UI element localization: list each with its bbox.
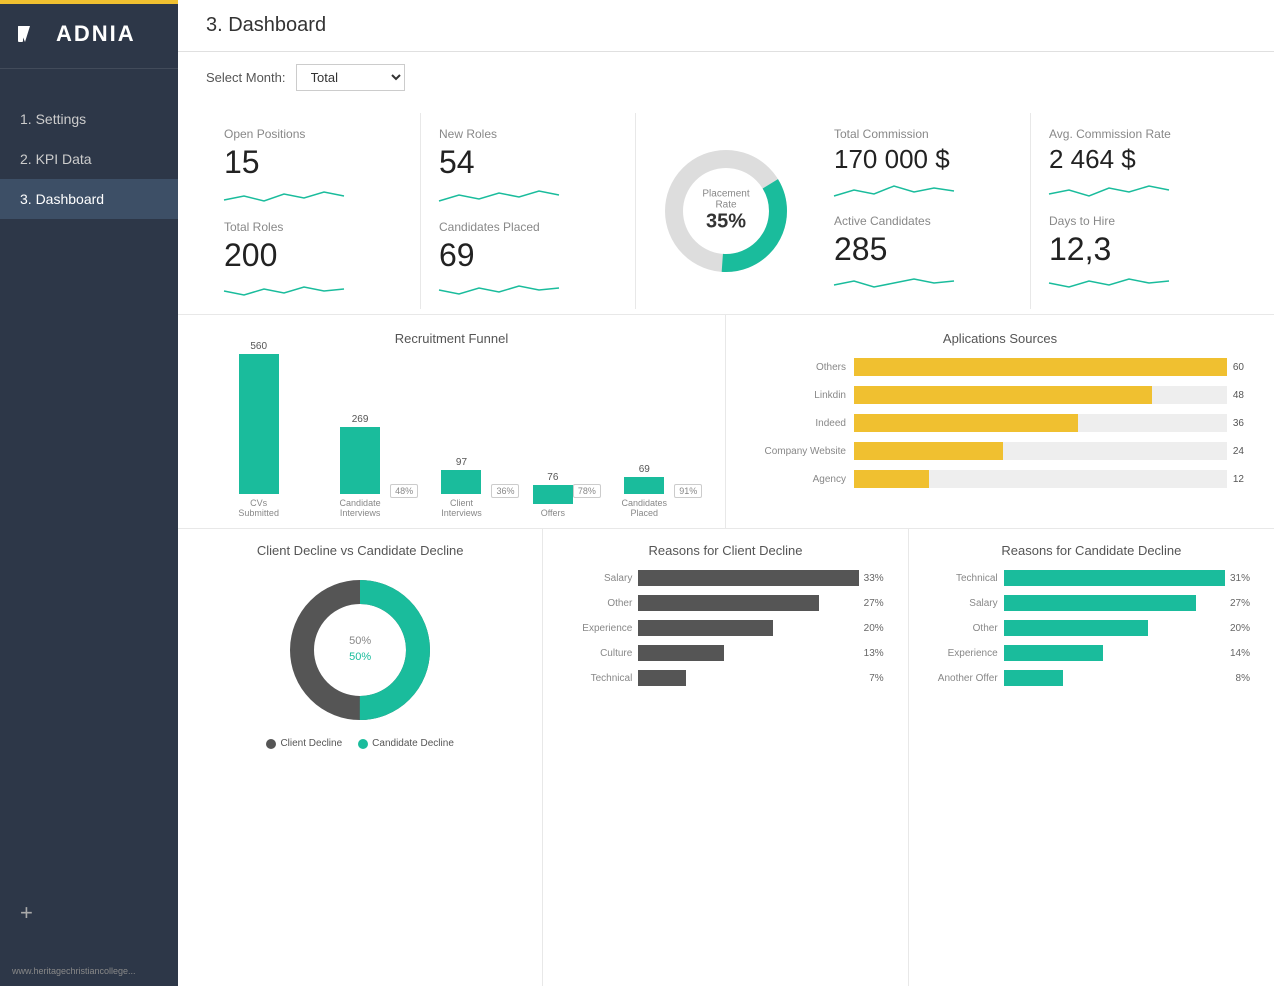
kpi-active-candidates-sparkline	[834, 273, 1012, 293]
top-accent-bar	[0, 0, 178, 4]
funnel-bar-placed: 69 Candidates Placed 91%	[614, 464, 674, 518]
kpi-total-commission-label: Total Commission	[834, 127, 1012, 141]
funnel-bar-candidate-interviews: 269 Candidate Interviews 48%	[330, 414, 390, 518]
logo-icon	[16, 18, 48, 50]
legend-client-decline: Client Decline	[266, 738, 342, 749]
candidate-decline-experience: Experience 14%	[933, 645, 1250, 661]
sidebar-item-kpi[interactable]: 2. KPI Data	[0, 139, 178, 179]
kpi-total-roles-label: Total Roles	[224, 220, 402, 234]
candidate-decline-chart: Technical 31% Salary 27% Other 20% Exper…	[929, 570, 1254, 686]
funnel-bar-cvs: 560 CVs Submitted	[229, 341, 289, 518]
kpi-avg-commission: Avg. Commission Rate 2 464 $ Days to Hir…	[1031, 113, 1246, 309]
kpi-days-to-hire-label: Days to Hire	[1049, 214, 1228, 228]
placement-rate-label: Placement Rate 35%	[691, 189, 761, 234]
kpi-open-positions-sparkline	[224, 186, 402, 206]
client-decline-culture: Culture 13%	[567, 645, 883, 661]
kpi-total-commission: Total Commission 170 000 $ Active Candid…	[816, 113, 1031, 309]
filter-row: Select Month: Total January February	[178, 52, 1274, 103]
app-source-company-website: Company Website 24	[756, 442, 1244, 460]
kpi-candidates-placed-label: Candidates Placed	[439, 220, 617, 234]
funnel-bar-offers: 76 Offers 78%	[533, 472, 573, 518]
kpi-open-positions-label: Open Positions	[224, 127, 402, 141]
kpi-open-positions-value: 15	[224, 145, 402, 180]
add-button[interactable]: +	[20, 900, 33, 926]
sidebar-logo: ADNIA	[0, 0, 178, 69]
charts-section: Recruitment Funnel 560 CVs Submitted 269…	[178, 315, 1274, 529]
kpi-placement-rate: Placement Rate 35%	[636, 113, 816, 309]
decline-comparison-panel: Client Decline vs Candidate Decline 50% …	[178, 529, 543, 986]
filter-label: Select Month:	[206, 70, 286, 85]
sidebar-item-settings[interactable]: 1. Settings	[0, 99, 178, 139]
candidate-decline-another-offer: Another Offer 8%	[933, 670, 1250, 686]
kpi-new-roles-value: 54	[439, 145, 617, 180]
decline-legend: Client Decline Candidate Decline	[266, 738, 453, 749]
application-sources-panel: Aplications Sources Others 60 Linkdin 48…	[726, 315, 1274, 528]
placement-donut: Placement Rate 35%	[656, 141, 796, 281]
sidebar: ADNIA 1. Settings 2. KPI Data 3. Dashboa…	[0, 0, 178, 986]
candidate-decline-technical: Technical 31%	[933, 570, 1250, 586]
decline-donut: 50% 50%	[280, 570, 440, 730]
client-decline-other: Other 27%	[567, 595, 883, 611]
client-decline-chart: Salary 33% Other 27% Experience 20% Cult…	[563, 570, 887, 686]
app-source-agency: Agency 12	[756, 470, 1244, 488]
kpi-active-candidates-value: 285	[834, 232, 1012, 267]
candidate-decline-panel: Reasons for Candidate Decline Technical …	[909, 529, 1274, 986]
client-decline-panel: Reasons for Client Decline Salary 33% Ot…	[543, 529, 908, 986]
kpi-days-to-hire-sparkline	[1049, 273, 1228, 293]
funnel-chart: 560 CVs Submitted 269 Candidate Intervie…	[198, 358, 705, 518]
kpi-days-to-hire-value: 12,3	[1049, 232, 1228, 267]
decline-donut-section: 50% 50% Client Decline Candidate Decline	[198, 570, 522, 749]
legend-candidate-decline: Candidate Decline	[358, 738, 454, 749]
logo-text: ADNIA	[56, 21, 136, 47]
candidate-decline-salary: Salary 27%	[933, 595, 1250, 611]
recruitment-funnel-panel: Recruitment Funnel 560 CVs Submitted 269…	[178, 315, 726, 528]
kpi-avg-commission-value: 2 464 $	[1049, 145, 1228, 174]
kpi-candidates-placed-value: 69	[439, 238, 617, 273]
kpi-open-positions: Open Positions 15 Total Roles 200	[206, 113, 421, 309]
app-source-linkedin: Linkdin 48	[756, 386, 1244, 404]
kpi-avg-commission-label: Avg. Commission Rate	[1049, 127, 1228, 141]
client-decline-technical: Technical 7%	[567, 670, 883, 686]
sidebar-item-dashboard[interactable]: 3. Dashboard	[0, 179, 178, 219]
decline-comparison-title: Client Decline vs Candidate Decline	[198, 543, 522, 558]
kpi-total-commission-value: 170 000 $	[834, 145, 1012, 174]
funnel-bar-client-interviews: 97 Client Interviews 36%	[431, 457, 491, 518]
kpi-total-roles-sparkline	[224, 279, 402, 299]
main-header: 3. Dashboard	[178, 0, 1274, 52]
candidate-decline-other: Other 20%	[933, 620, 1250, 636]
sidebar-footer: www.heritagechristiancollege...	[0, 956, 178, 986]
client-decline-salary: Salary 33%	[567, 570, 883, 586]
kpi-total-commission-sparkline	[834, 180, 1012, 200]
kpi-candidates-placed-sparkline	[439, 279, 617, 299]
bottom-section: Client Decline vs Candidate Decline 50% …	[178, 529, 1274, 986]
app-sources-chart: Others 60 Linkdin 48 Indeed 36 Company W…	[746, 358, 1254, 488]
kpi-new-roles: New Roles 54 Candidates Placed 69	[421, 113, 636, 309]
kpi-new-roles-label: New Roles	[439, 127, 617, 141]
kpi-new-roles-sparkline	[439, 186, 617, 206]
kpi-avg-commission-sparkline	[1049, 180, 1228, 200]
kpi-section: Open Positions 15 Total Roles 200 New R	[178, 103, 1274, 315]
candidate-decline-title: Reasons for Candidate Decline	[929, 543, 1254, 558]
month-select[interactable]: Total January February	[296, 64, 405, 91]
client-decline-experience: Experience 20%	[567, 620, 883, 636]
sidebar-nav: 1. Settings 2. KPI Data 3. Dashboard	[0, 99, 178, 956]
page-title: 3. Dashboard	[206, 14, 326, 36]
kpi-total-roles-value: 200	[224, 238, 402, 273]
app-source-indeed: Indeed 36	[756, 414, 1244, 432]
main-content: 3. Dashboard Select Month: Total January…	[178, 0, 1274, 986]
application-sources-title: Aplications Sources	[746, 331, 1254, 346]
app-source-others: Others 60	[756, 358, 1244, 376]
kpi-active-candidates-label: Active Candidates	[834, 214, 1012, 228]
client-decline-title: Reasons for Client Decline	[563, 543, 887, 558]
